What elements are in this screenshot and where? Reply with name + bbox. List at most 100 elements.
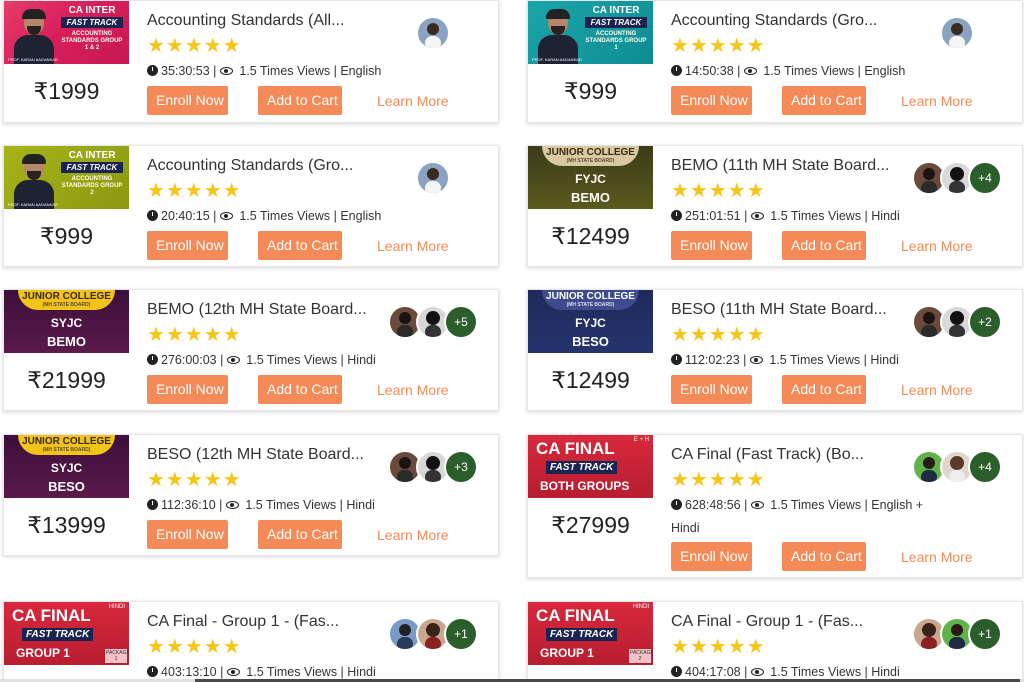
thumb-line2: FAST TRACK [22, 628, 94, 641]
course-views: 1.5 Times Views [770, 209, 862, 223]
course-card[interactable]: CA INTER FAST TRACK ACCOUNTING STANDARDS G… [527, 0, 1023, 123]
thumb-line1: SYJC [50, 316, 83, 330]
thumb-line2: FAST TRACK [585, 17, 647, 28]
thumb-band: JUNIOR COLLEGE [546, 147, 635, 158]
course-duration: 112:36:10 [161, 498, 216, 512]
course-card[interactable]: CA INTER FAST TRACK ACCOUNTING STANDARDS G… [3, 0, 499, 123]
course-title[interactable]: BEMO (12th MH State Board... [147, 301, 367, 319]
thumb-professor: PROF. KARAN AAGANKAR [532, 57, 582, 62]
more-instructors-badge[interactable]: +4 [968, 450, 1002, 484]
eye-icon [219, 212, 233, 220]
course-title[interactable]: Accounting Standards (Gro... [147, 157, 353, 175]
course-thumbnail[interactable]: CA INTER FAST TRACK ACCOUNTING STANDARDS G… [4, 146, 129, 209]
thumb-package: PACKAGE 2 [629, 649, 653, 663]
add-to-cart-button[interactable]: Add to Cart [782, 86, 866, 115]
course-card[interactable]: CA INTER FAST TRACK ACCOUNTING STANDARDS G… [3, 145, 499, 267]
clock-icon [671, 666, 682, 677]
course-thumbnail[interactable]: CA FINAL FAST TRACK GROUP 1 HINDI PACKAG… [4, 602, 129, 665]
course-duration: 251:01:51 [685, 209, 741, 223]
learn-more-link[interactable]: Learn More [377, 382, 449, 398]
course-views: 1.5 Times Views [770, 665, 862, 679]
more-instructors-badge[interactable]: +5 [444, 305, 478, 339]
instructor-avatars: +5 [388, 305, 478, 339]
course-thumbnail[interactable]: CA INTER FAST TRACK ACCOUNTING STANDARDS G… [4, 1, 129, 64]
course-title[interactable]: BESO (12th MH State Board... [147, 446, 364, 464]
eye-icon [749, 356, 763, 364]
learn-more-link[interactable]: Learn More [901, 382, 973, 398]
clock-icon [147, 354, 158, 365]
course-card[interactable]: CA FINAL FAST TRACK BOTH GROUPS E + H ₹2… [527, 434, 1023, 578]
course-title[interactable]: BESO (11th MH State Board... [671, 301, 887, 319]
course-title[interactable]: CA Final - Group 1 - (Fas... [147, 613, 339, 631]
course-thumbnail[interactable]: CA FINAL FAST TRACK BOTH GROUPS E + H [528, 435, 653, 498]
rating-stars: ★★★★★ [147, 35, 242, 57]
course-language: English [340, 209, 382, 223]
course-title[interactable]: Accounting Standards (Gro... [671, 12, 877, 30]
course-thumbnail[interactable]: CA INTER FAST TRACK ACCOUNTING STANDARDS G… [528, 1, 653, 64]
more-instructors-badge[interactable]: +1 [968, 617, 1002, 651]
course-card[interactable]: CA FINAL FAST TRACK GROUP 1 HINDI PACKAG… [527, 601, 1023, 682]
course-card[interactable]: JUNIOR COLLEGE (MH STATE BOARD) SYJC BEMO… [3, 289, 499, 411]
add-to-cart-button[interactable]: Add to Cart [258, 520, 342, 549]
enroll-now-button[interactable]: Enroll Now [671, 542, 752, 571]
learn-more-link[interactable]: Learn More [901, 238, 973, 254]
course-card[interactable]: JUNIOR COLLEGE (MH STATE BOARD) SYJC BESO… [3, 434, 499, 556]
more-instructors-badge[interactable]: +4 [968, 161, 1002, 195]
course-title[interactable]: Accounting Standards (All... [147, 12, 344, 30]
more-instructors-badge[interactable]: +3 [444, 450, 478, 484]
rating-stars: ★★★★★ [147, 469, 242, 491]
course-thumbnail[interactable]: CA FINAL FAST TRACK GROUP 1 HINDI PACKAG… [528, 602, 653, 665]
clock-icon [147, 499, 158, 510]
thumb-band-sub: (MH STATE BOARD) [566, 302, 615, 308]
enroll-now-button[interactable]: Enroll Now [671, 375, 752, 404]
enroll-now-button[interactable]: Enroll Now [147, 375, 228, 404]
learn-more-link[interactable]: Learn More [377, 527, 449, 543]
course-price: ₹12499 [551, 223, 630, 249]
course-thumbnail[interactable]: JUNIOR COLLEGE (MH STATE BOARD) SYJC BEMO [4, 290, 129, 353]
more-instructors-badge[interactable]: +1 [444, 617, 478, 651]
learn-more-link[interactable]: Learn More [377, 93, 449, 109]
course-thumbnail[interactable]: JUNIOR COLLEGE (MH STATE BOARD) FYJC BESO [528, 290, 653, 353]
more-instructors-badge[interactable]: +2 [968, 305, 1002, 339]
course-card[interactable]: JUNIOR COLLEGE (MH STATE BOARD) FYJC BEMO… [527, 145, 1023, 267]
course-title[interactable]: CA Final - Group 1 - (Fas... [671, 613, 863, 631]
learn-more-link[interactable]: Learn More [901, 93, 973, 109]
add-to-cart-button[interactable]: Add to Cart [258, 375, 342, 404]
course-title[interactable]: BEMO (11th MH State Board... [671, 157, 889, 175]
enroll-now-button[interactable]: Enroll Now [147, 520, 228, 549]
enroll-now-button[interactable]: Enroll Now [147, 231, 228, 260]
thumb-tag: E + H [633, 437, 649, 443]
add-to-cart-button[interactable]: Add to Cart [782, 542, 866, 571]
course-title[interactable]: CA Final (Fast Track) (Bo... [671, 446, 864, 464]
thumb-line1: CA INTER [68, 5, 116, 16]
add-to-cart-button[interactable]: Add to Cart [782, 375, 866, 404]
learn-more-link[interactable]: Learn More [901, 549, 973, 565]
eye-icon [226, 668, 240, 676]
add-to-cart-button[interactable]: Add to Cart [258, 86, 342, 115]
course-duration: 403:13:10 [161, 665, 217, 679]
thumb-line1: FYJC [575, 172, 606, 186]
instructor-avatars [416, 16, 450, 50]
learn-more-link[interactable]: Learn More [377, 238, 449, 254]
avatar [416, 161, 450, 195]
add-to-cart-button[interactable]: Add to Cart [782, 231, 866, 260]
course-card[interactable]: JUNIOR COLLEGE (MH STATE BOARD) FYJC BESO… [527, 289, 1023, 411]
thumb-line3: ACCOUNTING STANDARDS GROUP 2 [61, 176, 123, 196]
course-card[interactable]: CA FINAL FAST TRACK GROUP 1 HINDI PACKAG… [3, 601, 499, 682]
instructor-avatars: +4 [912, 450, 1002, 484]
clock-icon [147, 65, 158, 76]
thumb-line2: FAST TRACK [546, 461, 618, 474]
thumb-professor: PROF. KARAN AAGANKAR [8, 202, 58, 207]
course-duration: 35:30:53 [161, 64, 210, 78]
course-thumbnail[interactable]: JUNIOR COLLEGE (MH STATE BOARD) FYJC BEMO [528, 146, 653, 209]
enroll-now-button[interactable]: Enroll Now [671, 231, 752, 260]
enroll-now-button[interactable]: Enroll Now [671, 86, 752, 115]
thumb-band: JUNIOR COLLEGE [546, 291, 635, 302]
course-language: English + [871, 498, 924, 512]
add-to-cart-button[interactable]: Add to Cart [258, 231, 342, 260]
clock-icon [671, 354, 682, 365]
enroll-now-button[interactable]: Enroll Now [147, 86, 228, 115]
course-thumbnail[interactable]: JUNIOR COLLEGE (MH STATE BOARD) SYJC BESO [4, 435, 129, 498]
eye-icon [226, 356, 240, 364]
thumb-line1: CA FINAL [536, 606, 615, 625]
